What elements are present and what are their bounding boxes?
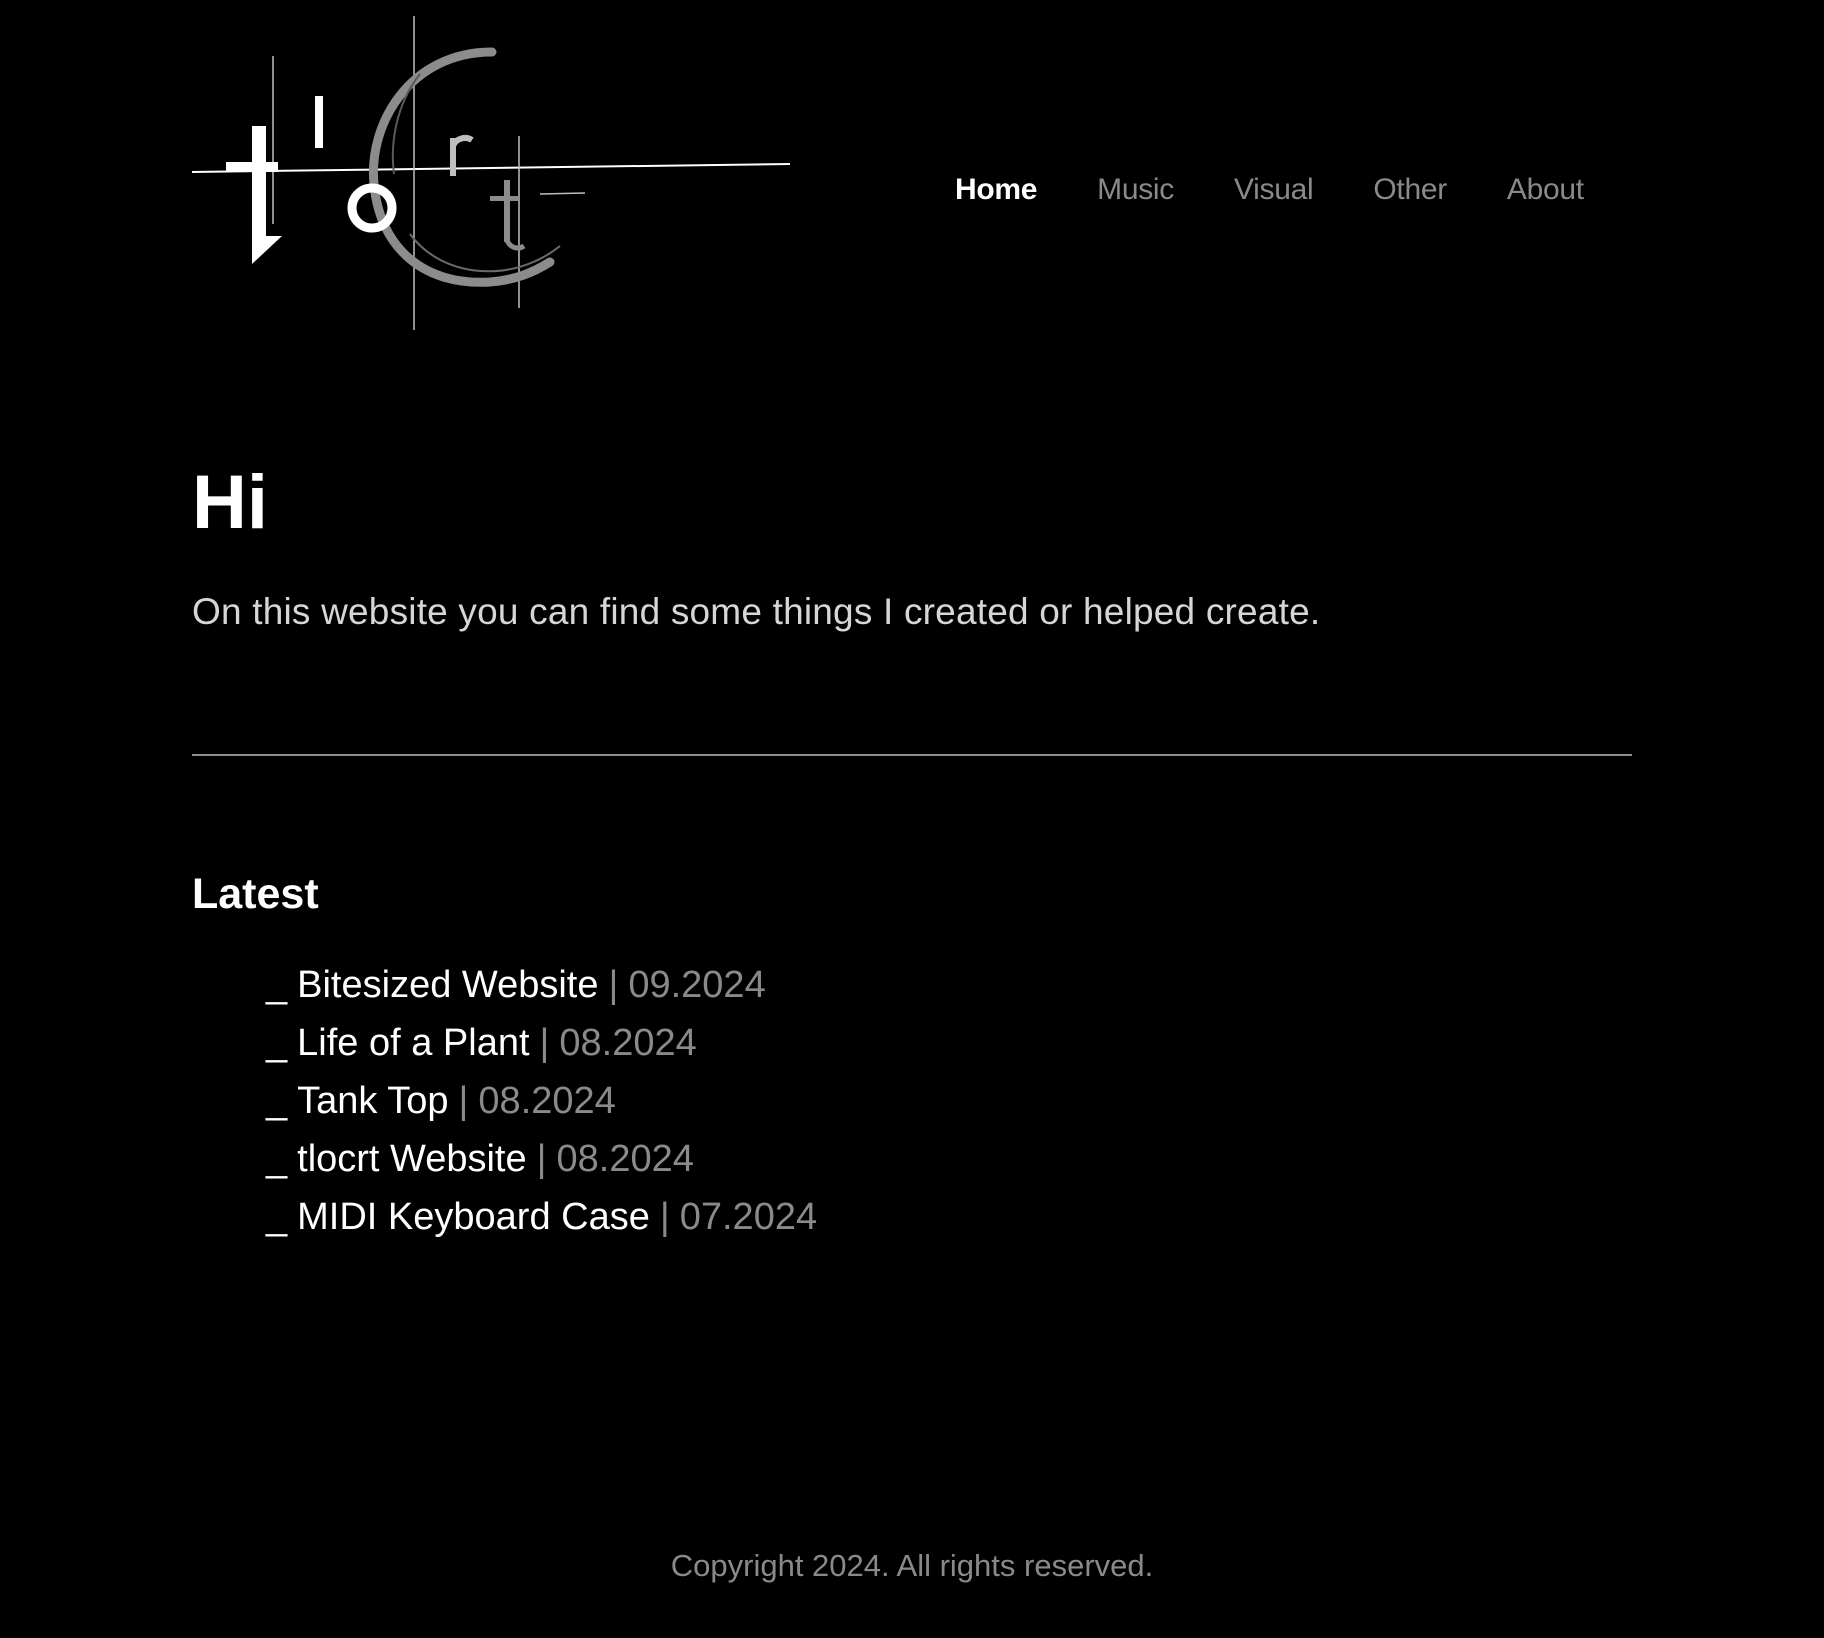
latest-item[interactable]: _ Bitesized Website | 09.2024 (266, 956, 817, 1014)
section-divider (192, 754, 1632, 756)
page-title: Hi (192, 460, 268, 545)
latest-item[interactable]: _ Tank Top | 08.2024 (266, 1072, 817, 1130)
nav-home[interactable]: Home (955, 170, 1037, 210)
latest-item-separator: | (458, 1080, 469, 1122)
latest-item-date: 08.2024 (559, 1022, 697, 1064)
latest-item[interactable]: _ MIDI Keyboard Case | 07.2024 (266, 1188, 817, 1246)
logo-r-arm (450, 135, 474, 148)
logo-l (315, 96, 323, 148)
latest-item-separator: | (608, 964, 619, 1006)
logo-hairline-horizontal (191, 163, 791, 173)
latest-list: _ Bitesized Website | 09.2024 _ Life of a Pl… (266, 956, 817, 1246)
logo-t-bar (226, 162, 278, 172)
latest-item-title[interactable]: Tank Top (297, 1080, 448, 1122)
nav-about[interactable]: About (1507, 170, 1584, 210)
latest-item-title[interactable]: Life of a Plant (297, 1022, 529, 1064)
latest-item-separator: | (659, 1196, 670, 1238)
latest-item-date: 07.2024 (679, 1196, 818, 1238)
logo-hairline-horizontal-2 (539, 192, 586, 195)
nav-music[interactable]: Music (1097, 170, 1174, 210)
intro-text: On this website you can find some things… (192, 591, 1321, 632)
latest-heading: Latest (192, 870, 319, 918)
latest-item-title[interactable]: tlocrt Website (297, 1138, 526, 1180)
site-logo[interactable] (190, 14, 800, 334)
latest-item-date: 09.2024 (628, 964, 766, 1006)
nav-visual[interactable]: Visual (1234, 170, 1314, 210)
latest-item-title[interactable]: MIDI Keyboard Case (297, 1196, 650, 1238)
footer-copyright: Copyright 2024. All rights reserved. (670, 1548, 1154, 1583)
logo-t2-foot (504, 238, 526, 251)
latest-item[interactable]: _ tlocrt Website | 08.2024 (266, 1130, 817, 1188)
list-bullet: _ (266, 1196, 288, 1238)
list-bullet: _ (266, 1138, 288, 1180)
logo-t-stem (252, 126, 266, 244)
nav-other[interactable]: Other (1373, 170, 1447, 210)
logo-t2-bar (490, 196, 518, 201)
latest-item-separator: | (536, 1138, 547, 1180)
latest-item-separator: | (539, 1022, 550, 1064)
logo-t2-stem (504, 180, 510, 242)
main-nav: Home Music Visual Other About (955, 170, 1584, 210)
latest-item[interactable]: _ Life of a Plant | 08.2024 (266, 1014, 817, 1072)
latest-item-date: 08.2024 (478, 1080, 616, 1122)
list-bullet: _ (266, 1022, 288, 1064)
list-bullet: _ (266, 964, 288, 1006)
list-bullet: _ (266, 1080, 288, 1122)
latest-item-date: 08.2024 (556, 1138, 694, 1180)
latest-item-title[interactable]: Bitesized Website (297, 964, 598, 1006)
